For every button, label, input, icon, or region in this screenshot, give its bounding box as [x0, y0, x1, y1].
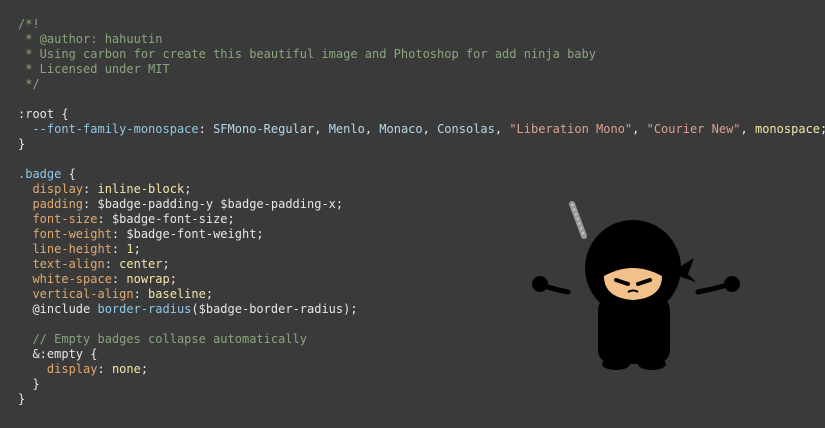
code-token: :	[104, 257, 120, 271]
code-token: ;	[820, 122, 825, 136]
code-line: * @author: hahuutin	[18, 32, 825, 47]
code-token: @include	[18, 302, 98, 316]
code-token: nowrap	[126, 272, 170, 286]
code-token: */	[18, 77, 40, 91]
code-token: Menlo	[328, 122, 365, 136]
code-line: .badge {	[18, 167, 825, 182]
code-token: * @author: hahuutin	[18, 32, 163, 46]
code-token: vertical-align	[18, 287, 134, 301]
code-token: ,	[632, 122, 647, 136]
code-line: }	[18, 137, 825, 152]
code-token: ,	[314, 122, 329, 136]
code-line: --font-family-monospace: SFMono-Regular,…	[18, 122, 825, 137]
code-token: text-align	[18, 257, 105, 271]
code-token: center	[119, 257, 163, 271]
sword-icon	[569, 201, 587, 239]
code-token: :	[111, 272, 127, 286]
code-token: line-height	[18, 242, 112, 256]
code-token: :root	[18, 107, 55, 121]
code-token: monospace	[754, 122, 821, 136]
code-token: baseline	[148, 287, 206, 301]
code-token: ,	[494, 122, 510, 136]
code-token: font-size	[18, 212, 98, 226]
code-token: $badge-padding-y $badge-padding-x	[97, 197, 336, 211]
code-token: Monaco	[379, 122, 423, 136]
code-line: * Using carbon for create this beautiful…	[18, 47, 825, 62]
code-token: ,	[422, 122, 438, 136]
code-line: * Licensed under MIT	[18, 62, 825, 77]
code-token: white-space	[18, 272, 112, 286]
code-token: }	[18, 377, 40, 391]
code-token: --font-family-monospace	[18, 122, 199, 136]
code-line: }	[18, 392, 825, 407]
code-token: &:empty	[18, 347, 84, 361]
code-token: // Empty badges collapse automatically	[18, 332, 307, 346]
code-token: font-weight	[18, 227, 112, 241]
code-line: }	[18, 377, 825, 392]
code-token: }	[18, 392, 26, 406]
code-token: .badge	[18, 167, 62, 181]
ninja-baby-icon	[532, 201, 740, 370]
code-token: {	[83, 347, 98, 361]
code-token: "Liberation Mono"	[509, 122, 633, 136]
code-line: display: inline-block;	[18, 182, 825, 197]
code-token: /*!	[18, 17, 40, 31]
code-token: 1	[126, 242, 134, 256]
code-token: :	[111, 242, 127, 256]
code-token: ;	[133, 242, 141, 256]
code-token: {	[54, 107, 69, 121]
code-token: padding	[18, 197, 84, 211]
code-token: :	[97, 212, 112, 226]
code-token: border-radius	[97, 302, 192, 316]
code-token: :	[198, 122, 214, 136]
code-token: :	[83, 182, 98, 196]
code-token: ($badge-border-radius);	[191, 302, 358, 316]
code-line: */	[18, 77, 825, 92]
code-token: ,	[364, 122, 380, 136]
code-line: /*!	[18, 17, 825, 32]
code-token: {	[61, 167, 76, 181]
code-token: ;	[227, 212, 235, 226]
code-token: none	[111, 362, 141, 376]
code-token: display	[18, 182, 84, 196]
code-token: ;	[140, 362, 149, 376]
code-token: * Using carbon for create this beautiful…	[18, 47, 596, 61]
code-token: * Licensed under MIT	[18, 62, 170, 76]
code-token: $badge-font-weight	[126, 227, 257, 241]
code-token: ;	[184, 182, 192, 196]
code-token: $badge-font-size	[111, 212, 228, 226]
code-token: ;	[162, 257, 170, 271]
code-token: ,	[740, 122, 755, 136]
code-token: }	[18, 137, 26, 151]
code-token: display	[18, 362, 98, 376]
code-token: :	[133, 287, 149, 301]
code-line: :root {	[18, 107, 825, 122]
code-token: inline-block	[97, 182, 185, 196]
code-token: ;	[335, 197, 344, 211]
code-token: ;	[169, 272, 177, 286]
code-token: Consolas	[437, 122, 495, 136]
code-token: SFMono-Regular	[213, 122, 315, 136]
code-token: ;	[256, 227, 264, 241]
code-token: "Courier New"	[646, 122, 741, 136]
code-token: :	[83, 197, 98, 211]
code-token: :	[97, 362, 112, 376]
code-token: ;	[205, 287, 214, 301]
code-token: :	[111, 227, 127, 241]
